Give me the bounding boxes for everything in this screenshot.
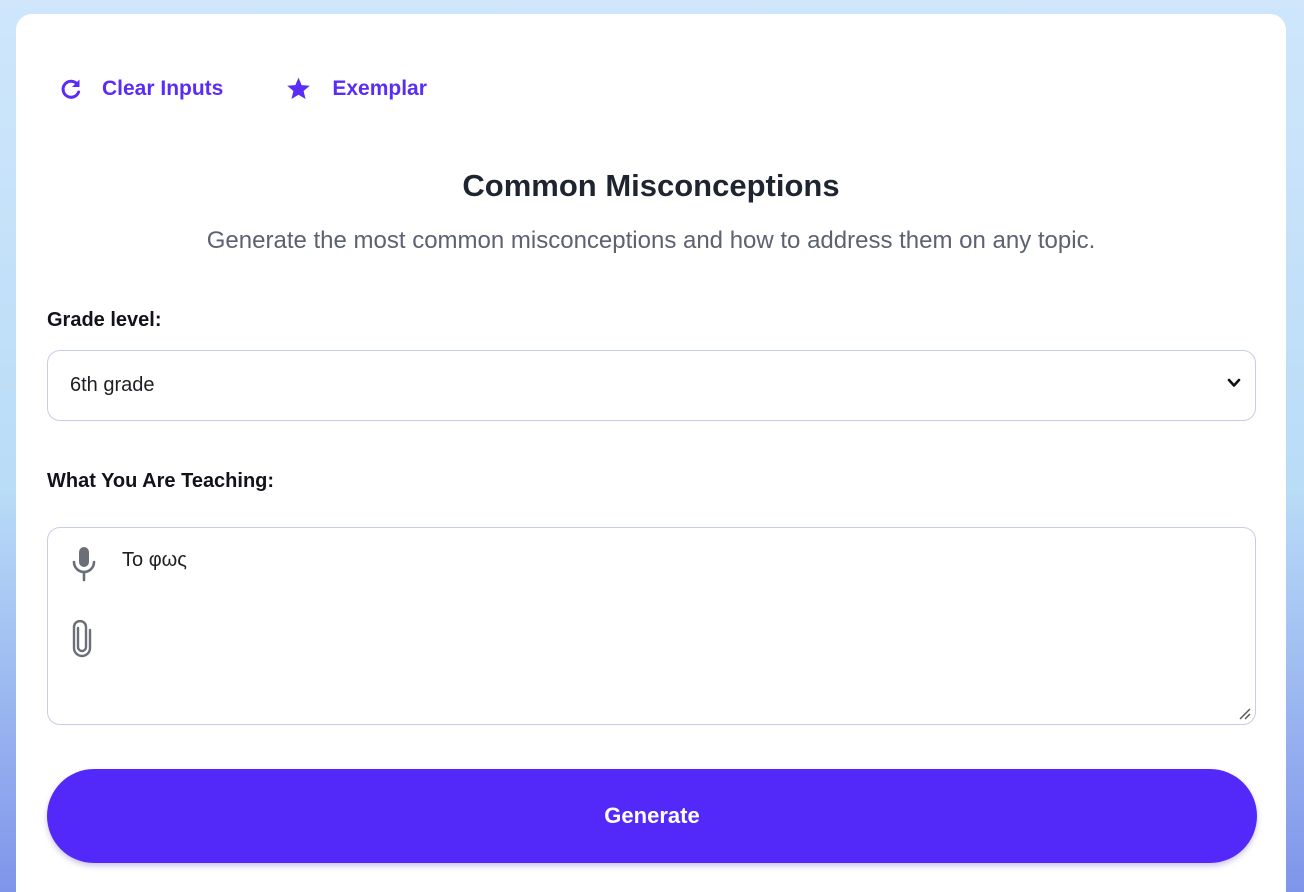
clear-inputs-label: Clear Inputs	[102, 77, 224, 100]
refresh-icon	[61, 79, 81, 99]
resize-handle-icon[interactable]	[1237, 706, 1251, 720]
teaching-input-value: Το φως	[122, 549, 187, 571]
page-subtitle: Generate the most common misconceptions …	[206, 227, 1096, 254]
chevron-down-icon	[1227, 378, 1241, 387]
grade-level-label: Grade level:	[47, 309, 162, 331]
star-icon	[287, 77, 311, 99]
grade-level-select[interactable]: 6th grade	[47, 350, 1256, 421]
exemplar-button[interactable]: Exemplar	[285, 76, 427, 102]
toolbar: Clear Inputs Exemplar	[60, 74, 427, 104]
grade-level-value: 6th grade	[70, 374, 155, 396]
paperclip-icon[interactable]	[72, 620, 92, 660]
tool-card: Clear Inputs Exemplar Common Misconcepti…	[16, 14, 1286, 892]
clear-inputs-button[interactable]: Clear Inputs	[60, 77, 223, 101]
page-title: Common Misconceptions	[462, 168, 840, 203]
generate-button[interactable]: Generate	[47, 769, 1257, 863]
teaching-textarea[interactable]: Το φως	[47, 527, 1256, 725]
microphone-icon[interactable]	[70, 545, 98, 583]
teaching-label: What You Are Teaching:	[47, 470, 275, 492]
exemplar-label: Exemplar	[332, 77, 427, 100]
